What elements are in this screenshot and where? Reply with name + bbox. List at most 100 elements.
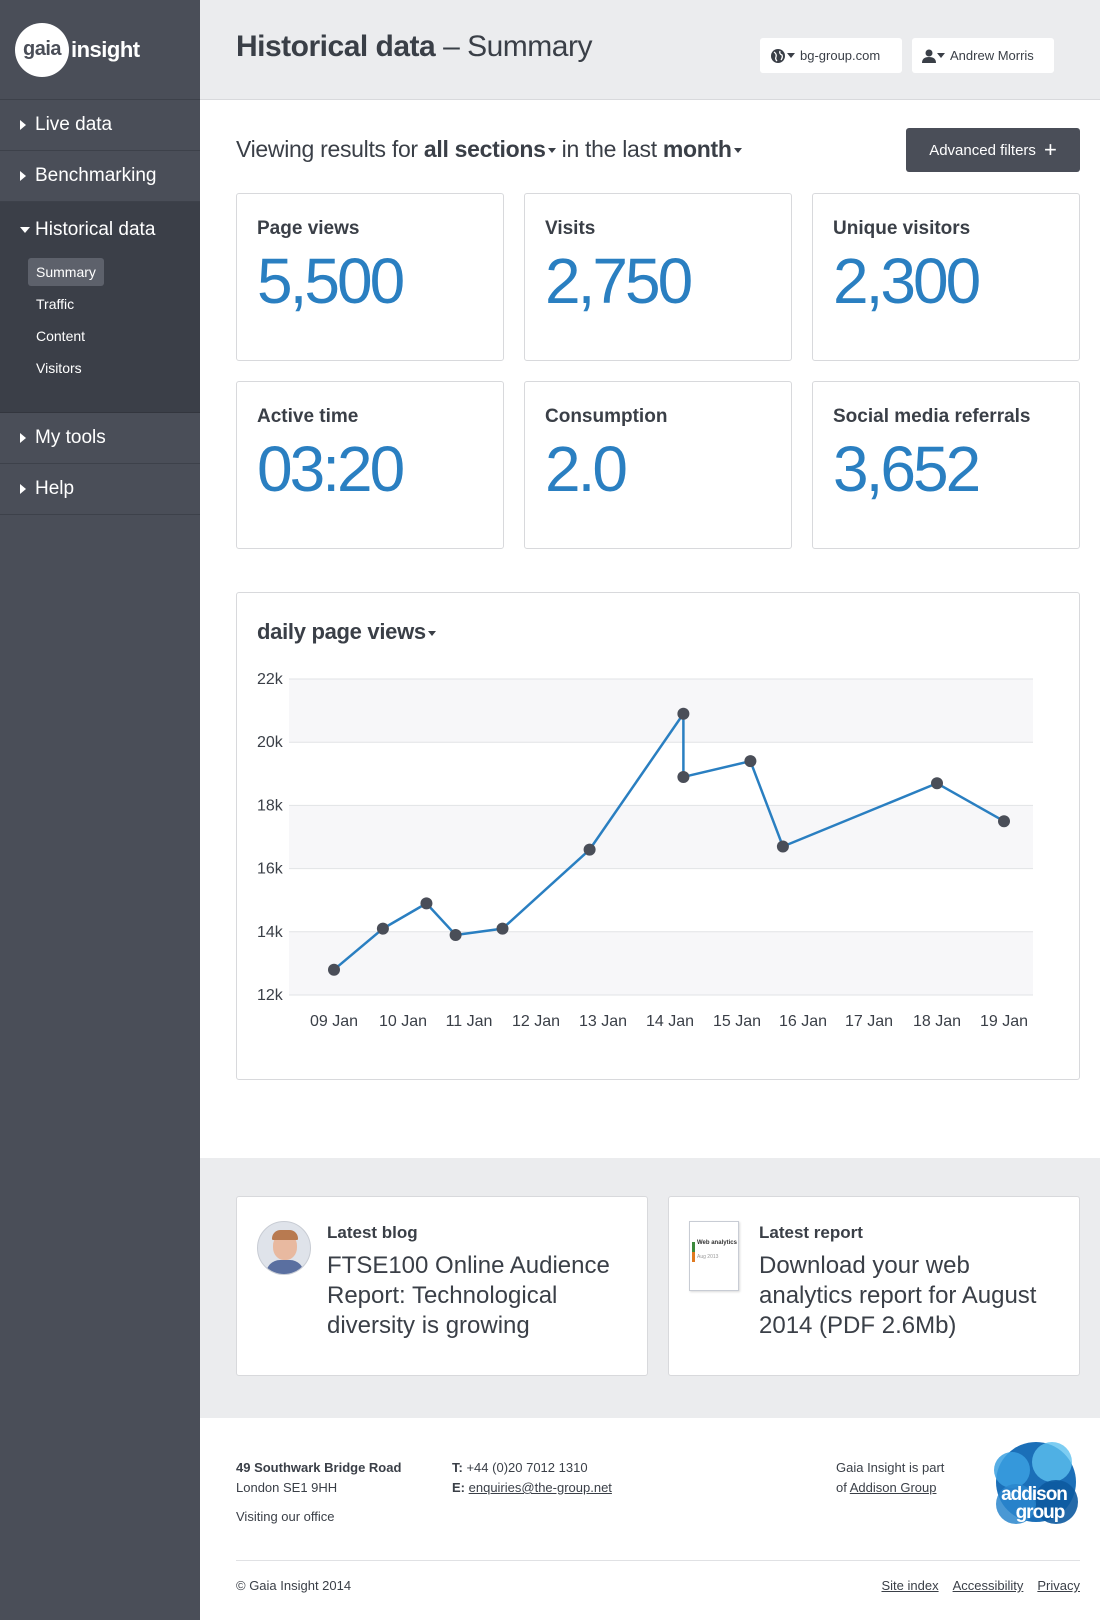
page-title-main: Historical data (236, 30, 436, 63)
y-tick-label: 16k (257, 861, 284, 878)
stat-label: Consumption (545, 406, 668, 427)
header: Historical data – Summary bg-group.com A… (200, 0, 1100, 100)
stat-value: 2,750 (545, 245, 693, 317)
chart-metric-selector[interactable]: daily page views (257, 619, 436, 645)
email-link[interactable]: enquiries@the-group.net (469, 1480, 612, 1495)
subnav-visitors[interactable]: Visitors (28, 354, 90, 382)
parent-text: Gaia Insight is part (836, 1460, 945, 1475)
latest-blog-card[interactable]: Latest blog FTSE100 Online Audience Repo… (236, 1196, 648, 1376)
stat-value: 2.0 (545, 433, 628, 505)
user-name: Andrew Morris (950, 48, 1034, 63)
x-tick-label: 11 Jan (446, 1013, 493, 1030)
data-point (449, 928, 462, 941)
caret-right-icon (20, 120, 26, 130)
chart-title: daily page views (257, 619, 426, 644)
x-tick-label: 13 Jan (579, 1013, 627, 1030)
stat-label: Active time (257, 406, 359, 427)
report-heading: Latest report (759, 1223, 863, 1242)
stat-value: 5,500 (257, 245, 405, 317)
filter-middle: in the last (555, 136, 663, 162)
subnav-content[interactable]: Content (28, 322, 93, 350)
data-point (496, 922, 509, 935)
nav-label: Live data (35, 114, 113, 135)
y-tick-label: 22k (257, 671, 284, 688)
stat-card-consumption: Consumption 2.0 (524, 381, 792, 549)
data-point (376, 922, 389, 935)
advanced-filters-label: Advanced filters (929, 141, 1036, 159)
x-tick-label: 15 Jan (713, 1013, 761, 1030)
page-title: Historical data – Summary (236, 30, 592, 64)
chevron-down-icon (547, 148, 556, 154)
addison-group-logo[interactable]: addison group (986, 1440, 1082, 1530)
nav-my-tools[interactable]: My tools (0, 413, 200, 464)
data-point (931, 777, 943, 790)
blog-link-text: FTSE100 Online Audience Report: Technolo… (327, 1252, 610, 1339)
blog-author-avatar (257, 1221, 311, 1275)
filter-line: Viewing results for all sections in the … (236, 136, 742, 163)
y-tick-label: 12k (257, 987, 284, 1004)
privacy-link[interactable]: Privacy (1037, 1578, 1080, 1593)
accessibility-link[interactable]: Accessibility (953, 1578, 1024, 1593)
nav-label: Historical data (35, 219, 156, 240)
phone-number: +44 (0)20 7012 1310 (466, 1460, 588, 1475)
chevron-down-icon (937, 53, 945, 58)
data-point (420, 897, 433, 910)
stat-value: 03:20 (257, 433, 405, 505)
footer-address: 49 Southwark Bridge Road London SE1 9HH … (236, 1458, 401, 1527)
globe-icon (771, 48, 785, 63)
phone-label: T: (452, 1460, 463, 1475)
copyright: © Gaia Insight 2014 (236, 1578, 352, 1593)
section-filter-label: all sections (423, 136, 546, 162)
user-icon (922, 49, 936, 63)
logo-circle: gaia (15, 22, 69, 77)
sidebar: gaia insight Live data Benchmarking Hist… (0, 0, 200, 1620)
section-filter[interactable]: all sections (424, 136, 556, 162)
y-tick-label: 20k (257, 734, 284, 751)
logo[interactable]: gaia insight (0, 0, 200, 100)
addison-group-link[interactable]: Addison Group (850, 1480, 937, 1495)
footer-divider (236, 1560, 1080, 1561)
page-title-sep: – (435, 30, 468, 63)
user-menu[interactable]: Andrew Morris (912, 38, 1054, 73)
subnav-summary[interactable]: Summary (28, 258, 104, 286)
promo-band: Latest blog FTSE100 Online Audience Repo… (200, 1158, 1100, 1418)
report-thumbnail: Web analytics Aug 2013 (689, 1221, 739, 1291)
caret-right-icon (20, 484, 26, 494)
data-point (677, 707, 690, 720)
x-tick-label: 16 Jan (779, 1013, 827, 1030)
footer-contact: T: +44 (0)20 7012 1310 E: enquiries@the-… (452, 1458, 612, 1498)
nav-live-data[interactable]: Live data (0, 100, 200, 151)
footer-links: Site index Accessibility Privacy (881, 1578, 1080, 1593)
data-point (744, 755, 757, 768)
stat-label: Unique visitors (833, 218, 971, 239)
data-point (998, 815, 1010, 828)
stat-card-page-views: Page views 5,500 (236, 193, 504, 361)
site-index-link[interactable]: Site index (881, 1578, 938, 1593)
chevron-down-icon (733, 148, 742, 154)
page-title-sub: Summary (467, 30, 592, 63)
stat-label: Social media referrals (833, 406, 1031, 427)
logo-text: insight (71, 36, 140, 62)
grid-band (289, 931, 1033, 995)
domain-selector[interactable]: bg-group.com (760, 38, 902, 73)
address-line-2: London SE1 9HH (236, 1480, 338, 1495)
nav-label: Help (35, 478, 75, 499)
y-tick-label: 18k (257, 797, 284, 814)
stat-value: 3,652 (833, 433, 981, 505)
nav-benchmarking[interactable]: Benchmarking (0, 151, 200, 202)
period-filter[interactable]: month (663, 136, 742, 162)
latest-report-card[interactable]: Web analytics Aug 2013 Latest report Dow… (668, 1196, 1080, 1376)
stat-card-social-referrals: Social media referrals 3,652 (812, 381, 1080, 549)
nav-historical-data[interactable]: Historical data (0, 202, 200, 258)
advanced-filters-button[interactable]: Advanced filters + (906, 128, 1080, 172)
caret-right-icon (20, 171, 26, 181)
parent-prefix: of (836, 1480, 850, 1495)
visiting-office-link[interactable]: Visiting our office (236, 1507, 401, 1527)
stat-label: Visits (545, 218, 596, 239)
caret-right-icon (20, 433, 26, 443)
nav-help[interactable]: Help (0, 464, 200, 515)
report-thumb-date: Aug 2013 (697, 1254, 719, 1260)
subnav-traffic[interactable]: Traffic (28, 290, 82, 318)
line-chart: 22k 20k 18k 16k 14k 12k 09 Jan 10 Jan 11 Jan 12 J… (257, 671, 1033, 1030)
stat-card-visits: Visits 2,750 (524, 193, 792, 361)
